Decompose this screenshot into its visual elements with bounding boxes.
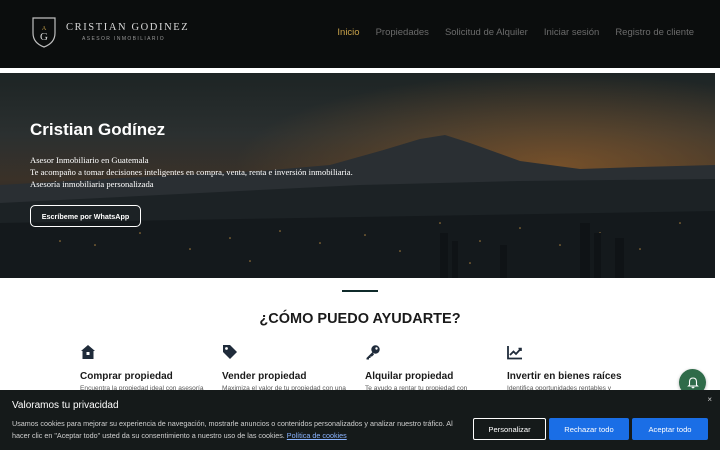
service-vender[interactable]: Vender propiedad Maximiza el valor de tu…: [222, 344, 362, 392]
hero-description: Asesor Inmobiliario en Guatemala Te acom…: [30, 154, 353, 190]
service-invertir[interactable]: Invertir en bienes raíces Identifica opo…: [507, 344, 647, 392]
service-title: Comprar propiedad: [80, 371, 173, 382]
top-navbar: A G CRISTIAN GODINEZ ASESOR INMOBILIARIO…: [0, 0, 720, 68]
nav-link-inicio[interactable]: Inicio: [337, 27, 359, 38]
shield-logo-icon: A G: [32, 17, 56, 48]
customize-cookies-button[interactable]: Personalizar: [473, 418, 546, 440]
brand-tagline: ASESOR INMOBILIARIO: [82, 36, 166, 42]
key-icon: [366, 345, 380, 360]
chart-line-icon: [507, 346, 522, 360]
cookie-policy-link[interactable]: Política de cookies: [287, 431, 347, 440]
service-alquilar[interactable]: Alquilar propiedad Te ayudo a rentar tu …: [365, 344, 505, 392]
house-icon: [81, 345, 95, 359]
accept-all-button[interactable]: Aceptar todo: [632, 418, 708, 440]
tag-icon: [223, 345, 237, 359]
nav-link-iniciar-sesion[interactable]: Iniciar sesión: [544, 27, 599, 38]
cookie-title: Valoramos tu privacidad: [12, 400, 119, 411]
cookie-consent-banner: Valoramos tu privacidad × Usamos cookies…: [0, 390, 720, 450]
close-icon[interactable]: ×: [707, 395, 712, 404]
hero-line-1: Asesor Inmobiliario en Guatemala: [30, 155, 149, 165]
cookie-text: Usamos cookies para mejorar su experienc…: [12, 418, 472, 442]
svg-text:G: G: [40, 31, 48, 43]
brand-name: CRISTIAN GODINEZ: [66, 22, 190, 33]
hero-line-3: Asesoría inmobiliaria personalizada: [30, 179, 154, 189]
reject-all-button[interactable]: Rechazar todo: [549, 418, 629, 440]
service-title: Alquilar propiedad: [365, 371, 454, 382]
section-divider: [342, 290, 378, 292]
service-title: Invertir en bienes raíces: [507, 371, 622, 382]
hero-line-2: Te acompaño a tomar decisiones inteligen…: [30, 167, 353, 177]
hero-banner: Cristian Godínez Asesor Inmobiliario en …: [0, 73, 715, 278]
cookie-message: Usamos cookies para mejorar su experienc…: [12, 419, 453, 440]
nav-link-propiedades[interactable]: Propiedades: [376, 27, 429, 38]
main-menu: Inicio Propiedades Solicitud de Alquiler…: [337, 27, 694, 38]
bell-icon: [686, 376, 699, 388]
service-comprar[interactable]: Comprar propiedad Encuentra la propiedad…: [80, 344, 220, 392]
service-title: Vender propiedad: [222, 371, 307, 382]
whatsapp-button[interactable]: Escríbeme por WhatsApp: [30, 205, 141, 227]
nav-link-registro-cliente[interactable]: Registro de cliente: [615, 27, 694, 38]
nav-link-solicitud-alquiler[interactable]: Solicitud de Alquiler: [445, 27, 528, 38]
services-heading: ¿CÓMO PUEDO AYUDARTE?: [259, 311, 461, 327]
hero-title: Cristian Godínez: [30, 120, 166, 139]
brand-logo[interactable]: A G CRISTIAN GODINEZ ASESOR INMOBILIARIO: [30, 15, 189, 49]
